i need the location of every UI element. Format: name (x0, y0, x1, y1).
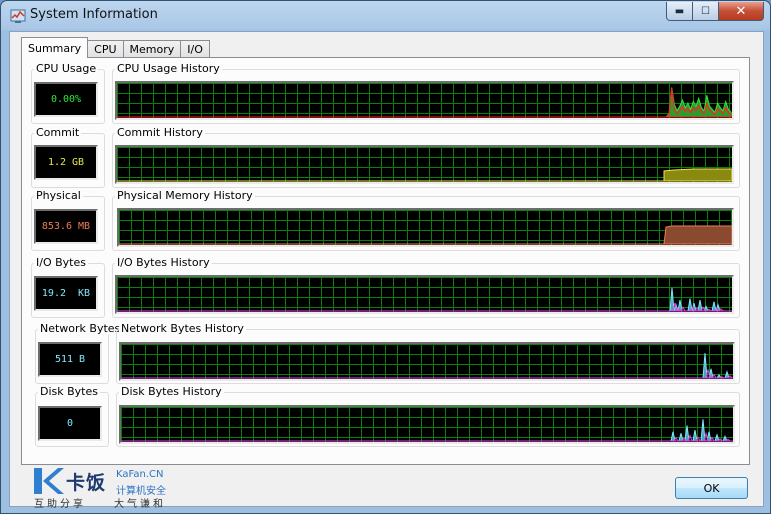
watermark-cn: 卡饭 (66, 472, 107, 494)
minimize-button[interactable]: ▬ (666, 2, 693, 21)
ok-button[interactable]: OK (675, 477, 748, 499)
watermark-line1: 互助分享 (34, 499, 86, 510)
io-bytes-history-label: I/O Bytes History (115, 256, 212, 269)
close-button[interactable]: ✕ (719, 2, 764, 21)
io-trace (117, 287, 732, 312)
io-bytes-label: I/O Bytes (34, 256, 88, 269)
close-icon: ✕ (735, 3, 747, 19)
window-title: System Information (30, 7, 158, 22)
maximize-icon: ☐ (701, 5, 710, 17)
dialog-client-area: Summary CPU Memory I/O CPU Usage 0.00% C… (9, 31, 764, 510)
physical-trace (119, 225, 732, 245)
system-information-window: System Information ▬ ☐ ✕ Summary CPU Mem… (0, 0, 771, 514)
cpu-usage-history-label: CPU Usage History (115, 62, 222, 75)
network-bytes-history-label: Network Bytes History (119, 322, 246, 335)
system-information-icon (10, 9, 26, 23)
physical-memory-history-graph (117, 208, 734, 247)
tab-cpu[interactable]: CPU (87, 40, 124, 58)
io-bytes-history-graph (115, 275, 734, 314)
tab-summary[interactable]: Summary (21, 37, 89, 58)
cpu-trace (117, 87, 732, 118)
kafan-k-logo-icon (34, 468, 64, 494)
summary-panel: CPU Usage 0.00% CPU Usage History Commit… (21, 57, 750, 465)
commit-trace (117, 168, 732, 182)
commit-history-graph (115, 145, 734, 184)
commit-label: Commit (34, 126, 82, 139)
cpu-usage-meter: 0.00% (34, 82, 98, 117)
maximize-button[interactable]: ☐ (693, 2, 719, 21)
caption-buttons: ▬ ☐ ✕ (666, 2, 764, 21)
disk-trace (121, 419, 733, 442)
disk-bytes-label: Disk Bytes (38, 385, 100, 398)
physical-meter: 853.6 MB (34, 209, 98, 244)
commit-meter: 1.2 GB (34, 145, 98, 180)
tab-io[interactable]: I/O (180, 40, 210, 58)
tab-strip: Summary CPU Memory I/O (21, 37, 210, 58)
watermark-line2: 大气谦和 (114, 499, 166, 510)
physical-memory-history-label: Physical Memory History (115, 189, 255, 202)
tab-memory[interactable]: Memory (122, 40, 182, 58)
kafan-watermark-logo: 卡饭 KaFan.CN 计算机安全 互助分享 大气谦和 (34, 468, 184, 510)
network-bytes-label: Network Bytes (38, 322, 123, 335)
io-bytes-meter: 19.2 KB (34, 276, 98, 311)
network-trace (121, 353, 733, 379)
disk-bytes-history-graph (119, 405, 735, 444)
title-bar[interactable]: System Information ▬ ☐ ✕ (1, 1, 770, 31)
minimize-icon: ▬ (674, 5, 685, 17)
physical-label: Physical (34, 189, 83, 202)
disk-bytes-history-label: Disk Bytes History (119, 385, 224, 398)
watermark-en: KaFan.CN (116, 469, 164, 480)
cpu-usage-history-graph (115, 81, 734, 120)
network-bytes-history-graph (119, 342, 735, 381)
commit-history-label: Commit History (115, 126, 205, 139)
cpu-usage-label: CPU Usage (34, 62, 99, 75)
network-bytes-meter: 511 B (38, 342, 102, 377)
disk-bytes-meter: 0 (38, 406, 102, 441)
